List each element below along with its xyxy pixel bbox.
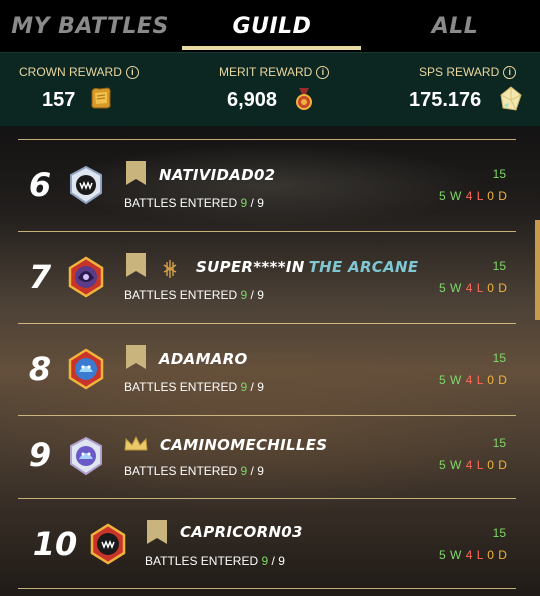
merit-reward: MERIT REWARD i 6,908 (180, 53, 360, 127)
rating-score: 15 (492, 436, 506, 450)
rank-number: 8 (28, 350, 52, 388)
player-name[interactable]: NATIVIDAD02 (159, 166, 275, 184)
tab-all[interactable]: ALL (370, 0, 540, 52)
sps-reward-label: SPS REWARD i (419, 65, 517, 79)
guild-leaderboard: 6 NATIVIDAD02 BATTLES ENTERED 9 / 9 15 5… (0, 126, 540, 596)
player-name[interactable]: ADAMARO (159, 350, 248, 368)
win-loss-draw: 5 W 4 L 0 D (439, 373, 508, 387)
info-icon[interactable]: i (125, 66, 139, 79)
battles-entered: BATTLES ENTERED 9 / 9 (124, 288, 264, 302)
leaderboard-row[interactable]: 10 CAPRICORN03 BATTLES ENTERED 9 / 9 15 … (0, 499, 540, 589)
leaderboard-row[interactable]: 8 ADAMARO BATTLES ENTERED 9 / 9 15 5 W 4… (0, 324, 540, 414)
player-name[interactable]: CAPRICORN03 (180, 523, 303, 541)
bronze-banner-icon (126, 253, 146, 277)
battles-entered: BATTLES ENTERED 9 / 9 (124, 464, 264, 478)
sps-reward: SPS REWARD i 175.176 (360, 53, 540, 127)
rating-score: 15 (492, 259, 506, 273)
crown-token-icon (91, 87, 111, 109)
rewards-bar: CROWN REWARD i 157 MERIT REWARD i 6,908 SP… (0, 52, 540, 126)
win-loss-draw: 5 W 4 L 0 D (439, 189, 508, 203)
player-avatar-icon (90, 523, 126, 565)
active-tab-underline (182, 46, 361, 50)
info-icon[interactable]: i (316, 66, 330, 79)
bronze-banner-icon (147, 520, 167, 544)
player-avatar-icon (70, 165, 102, 205)
player-avatar-icon (68, 256, 104, 298)
rating-score: 15 (492, 167, 506, 181)
win-loss-draw: 5 W 4 L 0 D (439, 458, 508, 472)
rank-number: 9 (28, 436, 52, 474)
battles-entered: BATTLES ENTERED 9 / 9 (124, 196, 264, 210)
rank-number: 10 (32, 525, 78, 563)
player-name[interactable]: CAMINOMECHILLES (160, 436, 327, 454)
player-name[interactable]: SUPER****IN THE ARCANE (196, 258, 418, 276)
guild-emblem-icon (163, 260, 177, 278)
guild-name[interactable]: THE ARCANE (309, 258, 419, 276)
tab-guild[interactable]: GUILD (182, 0, 362, 52)
merit-reward-label: MERIT REWARD i (219, 65, 330, 79)
scrollbar-thumb[interactable] (535, 220, 540, 320)
sps-reward-value: 175.176 (409, 89, 482, 111)
leaderboard-row[interactable]: 9 CAMINOMECHILLES BATTLES ENTERED 9 / 9 … (0, 416, 540, 498)
merit-reward-value: 6,908 (227, 89, 278, 111)
win-loss-draw: 5 W 4 L 0 D (439, 548, 508, 562)
bronze-banner-icon (126, 161, 146, 185)
sps-crystal-icon (500, 86, 522, 111)
battles-entered: BATTLES ENTERED 9 / 9 (124, 380, 264, 394)
crown-reward-value: 157 (42, 89, 76, 111)
leaderboard-row[interactable]: 6 NATIVIDAD02 BATTLES ENTERED 9 / 9 15 5… (0, 140, 540, 230)
win-loss-draw: 5 W 4 L 0 D (439, 281, 508, 295)
bronze-banner-icon (126, 345, 146, 369)
rank-number: 6 (28, 166, 52, 204)
battles-entered: BATTLES ENTERED 9 / 9 (145, 554, 285, 568)
info-icon[interactable]: i (503, 66, 517, 79)
tab-my-battles[interactable]: MY BATTLES (0, 0, 180, 52)
rating-score: 15 (492, 526, 506, 540)
player-avatar-icon (70, 436, 102, 476)
crown-reward: CROWN REWARD i 157 (0, 53, 180, 127)
crown-icon (124, 436, 148, 451)
crown-reward-label: CROWN REWARD i (19, 65, 139, 79)
merit-medal-icon (296, 88, 312, 110)
leaderboard-row[interactable]: 7 SUPER****IN THE ARCANE BATTLES ENTERED … (0, 232, 540, 322)
player-avatar-icon (68, 348, 104, 390)
battle-tabs: MY BATTLES GUILD ALL (0, 0, 540, 52)
rating-score: 15 (492, 351, 506, 365)
rank-number: 7 (28, 258, 52, 296)
